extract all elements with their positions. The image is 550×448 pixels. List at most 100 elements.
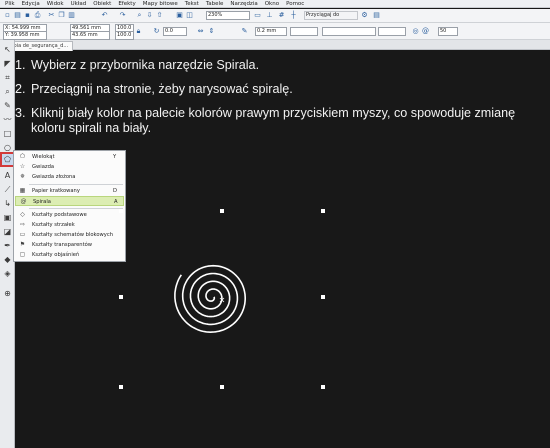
flyout-item-complex-star[interactable]: ✵ Gwiazda złożona — [15, 172, 124, 182]
freehand-tool-icon[interactable]: ✎ — [2, 100, 13, 111]
rectangle-tool-icon[interactable]: □ — [2, 128, 13, 139]
flyout-item-label: Spirala — [33, 199, 51, 205]
flyout-item-polygon[interactable]: ⬠ Wielokąt Y — [15, 152, 124, 162]
end-arrowhead-select[interactable] — [378, 27, 406, 36]
selection-handle[interactable] — [321, 295, 325, 299]
open-icon[interactable]: ▤ — [13, 11, 22, 20]
search-icon[interactable]: ⌕ — [135, 11, 144, 20]
flyout-item-label: Gwiazda złożona — [32, 174, 76, 180]
angle-field[interactable]: 0.0 — [163, 27, 187, 36]
undo-icon[interactable]: ↶ — [100, 11, 109, 20]
callout-shapes-icon: ▢ — [19, 251, 26, 258]
position-y-field[interactable]: Y: 39.958 mm — [3, 31, 47, 40]
rulers-icon[interactable]: ⊥ — [265, 11, 274, 20]
zoom-select[interactable]: 230% — [206, 11, 250, 20]
options-icon[interactable]: ▤ — [372, 11, 381, 20]
flyout-item-basic-shapes[interactable]: ◇ Kształty podstawowe — [15, 210, 124, 220]
outline-width-field[interactable]: 0.2 mm — [255, 27, 287, 36]
selection-handle[interactable] — [321, 209, 325, 213]
parallel-dimension-tool-icon[interactable]: ⟋ — [2, 184, 13, 195]
line-style-select[interactable] — [322, 27, 376, 36]
menu-edit[interactable]: Edycja — [22, 1, 40, 7]
flyout-item-label: Wielokąt — [32, 154, 55, 160]
interactive-fill-tool-icon[interactable]: ◆ — [2, 254, 13, 265]
spiral-revolutions-field[interactable]: 50 — [438, 27, 458, 36]
polygon-icon: ⬠ — [19, 153, 26, 160]
import-icon[interactable]: ⇩ — [145, 11, 154, 20]
smart-fill-tool-icon[interactable]: ◈ — [2, 268, 13, 279]
banner-shapes-icon: ⚑ — [19, 241, 26, 248]
rotate-icon[interactable]: ↻ — [152, 27, 161, 36]
menu-effects[interactable]: Efekty — [118, 1, 135, 7]
instruction-step-3: Kliknij biały kolor na palecie kolorów p… — [29, 106, 529, 136]
artistic-media-tool-icon[interactable]: 〰 — [2, 114, 13, 125]
menu-window[interactable]: Okno — [265, 1, 279, 7]
grid-icon[interactable]: # — [277, 11, 286, 20]
app-launcher-icon[interactable]: ▣ — [175, 11, 184, 20]
flowchart-shapes-icon: ▭ — [19, 231, 26, 238]
menu-tools[interactable]: Narzędzia — [230, 1, 257, 7]
instruction-step-1: Wybierz z przybornika narzędzie Spirala. — [29, 58, 529, 73]
cut-icon[interactable]: ✂ — [47, 11, 56, 20]
full-screen-icon[interactable]: ▭ — [253, 11, 262, 20]
new-document-icon[interactable]: ▫ — [3, 11, 12, 20]
print-icon[interactable]: ⎙ — [33, 11, 42, 20]
polygon-tool-icon[interactable]: ⬠ — [0, 152, 15, 167]
start-arrowhead-select[interactable] — [290, 27, 318, 36]
flyout-separator — [29, 184, 123, 185]
menu-object[interactable]: Obiekt — [93, 1, 111, 7]
settings-icon[interactable]: ⚙ — [360, 11, 369, 20]
flyout-item-flowchart-shapes[interactable]: ▭ Kształty schematów blokowych — [15, 230, 124, 240]
flyout-item-callout-shapes[interactable]: ▢ Kształty objaśnień — [15, 250, 124, 260]
menu-bitmaps[interactable]: Mapy bitowe — [143, 1, 178, 7]
mirror-horizontal-icon[interactable]: ⇔ — [196, 27, 205, 36]
flyout-item-banner-shapes[interactable]: ⚑ Kształty transparentów — [15, 240, 124, 250]
zoom-tool-icon[interactable]: ⌕ — [2, 86, 13, 97]
flyout-item-shortcut: Y — [113, 154, 117, 160]
flyout-item-label: Kształty strzałek — [32, 222, 75, 228]
selection-handle[interactable] — [119, 295, 123, 299]
transparency-tool-icon[interactable]: ◪ — [2, 226, 13, 237]
menu-file[interactable]: Plik — [5, 1, 15, 7]
menu-table[interactable]: Tabele — [206, 1, 224, 7]
logarithmic-spiral-icon[interactable]: @ — [421, 27, 430, 36]
ellipse-tool-icon[interactable]: ○ — [2, 142, 13, 153]
mirror-vertical-icon[interactable]: ⇕ — [207, 27, 216, 36]
menu-text[interactable]: Tekst — [185, 1, 199, 7]
menu-layout[interactable]: Układ — [71, 1, 87, 7]
snap-to-dropdown[interactable]: Przyciągaj do — [304, 11, 358, 20]
copy-icon[interactable]: ❐ — [57, 11, 66, 20]
selection-handle[interactable] — [220, 385, 224, 389]
height-field[interactable]: 43.65 mm — [70, 31, 110, 40]
selection-handle[interactable] — [119, 385, 123, 389]
eyedropper-tool-icon[interactable]: ✒ — [2, 240, 13, 251]
scale-height-field[interactable]: 100.0 — [115, 31, 134, 40]
drop-shadow-tool-icon[interactable]: ▣ — [2, 212, 13, 223]
outline-pen-icon[interactable]: ✎ — [240, 27, 249, 36]
flyout-item-spiral[interactable]: @ Spirala A — [15, 196, 124, 206]
paste-icon[interactable]: ▥ — [67, 11, 76, 20]
selection-handle[interactable] — [321, 385, 325, 389]
basic-shapes-icon: ◇ — [20, 211, 25, 218]
save-icon[interactable]: ▪ — [23, 11, 32, 20]
flyout-item-graph-paper[interactable]: ▦ Papier kratkowany D — [15, 186, 124, 196]
spiral-object[interactable] — [174, 264, 246, 334]
menu-bar: Plik Edycja Widok Układ Obiekt Efekty Ma… — [0, 0, 550, 8]
flyout-item-arrow-shapes[interactable]: ⇨ Kształty strzałek — [15, 220, 124, 230]
redo-icon[interactable]: ↷ — [118, 11, 127, 20]
pick-tool-icon[interactable]: ↖ — [2, 44, 13, 55]
text-tool-icon[interactable]: A — [2, 170, 13, 181]
connector-tool-icon[interactable]: ↳ — [2, 198, 13, 209]
menu-view[interactable]: Widok — [47, 1, 64, 7]
menu-help[interactable]: Pomoc — [286, 1, 304, 7]
flyout-item-star[interactable]: ☆ Gwiazda — [15, 162, 124, 172]
symmetrical-spiral-icon[interactable]: ◎ — [411, 27, 420, 36]
crop-tool-icon[interactable]: ⌗ — [2, 72, 13, 83]
guidelines-icon[interactable]: ┼ — [289, 11, 298, 20]
export-icon[interactable]: ⇧ — [155, 11, 164, 20]
welcome-screen-icon[interactable]: ◫ — [185, 11, 194, 20]
add-tool-icon[interactable]: ⊕ — [2, 288, 13, 299]
lock-ratio-icon[interactable]: 🔒︎ — [134, 27, 143, 36]
selection-handle[interactable] — [220, 209, 224, 213]
shape-tool-icon[interactable]: ◤ — [2, 58, 13, 69]
